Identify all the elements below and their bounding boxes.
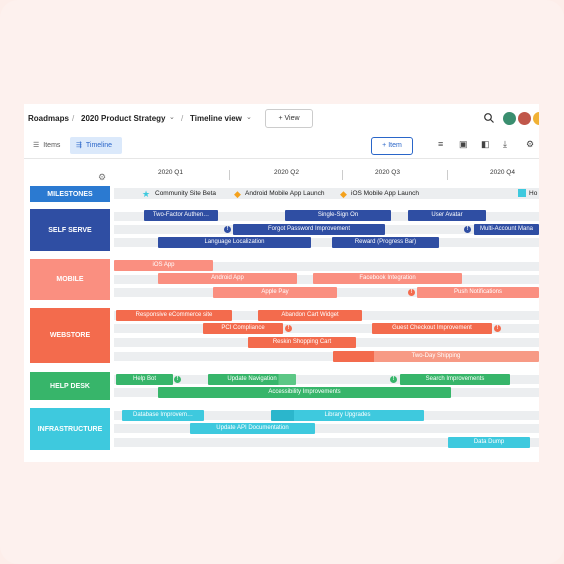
- diamond-icon[interactable]: ◆: [234, 189, 241, 200]
- roadmap-bar[interactable]: PCI Compliance: [203, 323, 283, 334]
- roadmap-bar[interactable]: Android App: [158, 273, 297, 284]
- search-icon[interactable]: [483, 112, 495, 124]
- roadmap-bar[interactable]: Abandon Cart Widget: [258, 310, 362, 321]
- gear-icon[interactable]: ⚙: [526, 139, 534, 150]
- layout-icon[interactable]: ◧: [481, 139, 490, 150]
- roadmap-bar[interactable]: Search Improvements: [400, 374, 510, 385]
- lane-webstore[interactable]: WEBSTORE: [30, 308, 110, 363]
- roadmap-bar[interactable]: Library Upgrades: [271, 410, 424, 421]
- milestone-label[interactable]: Community Site Beta: [155, 190, 216, 197]
- roadmap-bar[interactable]: Apple Pay: [213, 287, 337, 298]
- roadmap-bar[interactable]: Database Improvem…: [122, 410, 204, 421]
- lane-infrastructure[interactable]: INFRASTRUCTURE: [30, 408, 110, 450]
- lane-mobile[interactable]: MOBILE: [30, 259, 110, 300]
- color-settings-icon[interactable]: ▣: [459, 139, 468, 150]
- breadcrumb-separator: /: [181, 114, 184, 123]
- tab-timeline-label: Timeline: [85, 142, 113, 149]
- divider: [24, 158, 539, 159]
- milestone-label[interactable]: iOS Mobile App Launch: [351, 190, 419, 197]
- roadmap-bar[interactable]: iOS App: [114, 260, 213, 271]
- roadmap-bar[interactable]: Two-Factor Authen…: [144, 210, 218, 221]
- list-icon: ☰: [33, 142, 40, 149]
- timeline-icon: ⇶: [76, 142, 82, 149]
- divider: [229, 170, 230, 180]
- lane-self-serve[interactable]: SELF SERVE: [30, 209, 110, 251]
- lane-milestones[interactable]: MILESTONES: [30, 186, 110, 202]
- dependency-icon[interactable]: !: [464, 226, 471, 233]
- toolbar: ☰ Items ⇶ Timeline + Item ≡ ▣ ◧ ⤓ ⚙: [24, 136, 539, 156]
- chevron-down-icon[interactable]: ⌄: [246, 113, 252, 121]
- roadmap-bar[interactable]: Facebook Integration: [313, 273, 462, 284]
- add-item-button[interactable]: + Item: [371, 137, 413, 155]
- timeline-header: 2020 Q1 2020 Q2 2020 Q3 2020 Q4: [24, 166, 539, 180]
- roadmap-bar[interactable]: Responsive eCommerce site: [116, 310, 232, 321]
- dependency-icon[interactable]: !: [174, 376, 181, 383]
- roadmap-bar[interactable]: User Avatar: [408, 210, 486, 221]
- divider: [447, 170, 448, 180]
- avatar[interactable]: [533, 112, 539, 125]
- dependency-icon[interactable]: !: [494, 325, 501, 332]
- breadcrumb-roadmaps[interactable]: Roadmaps: [28, 114, 69, 123]
- lane-row: [114, 424, 539, 433]
- roadmap-bar[interactable]: Update Navigation: [208, 374, 296, 385]
- roadmap-bar[interactable]: Help Bot: [116, 374, 173, 385]
- tab-items[interactable]: ☰ Items: [26, 137, 64, 154]
- square-icon[interactable]: [518, 189, 526, 197]
- quarter-label: 2020 Q4: [490, 169, 515, 176]
- dependency-icon[interactable]: !: [224, 226, 231, 233]
- export-icon[interactable]: ⤓: [503, 139, 507, 150]
- breadcrumb-separator: /: [72, 114, 75, 123]
- roadmap-bar[interactable]: Guest Checkout Improvement: [372, 323, 492, 334]
- roadmap-bar[interactable]: Multi-Account Mana: [474, 224, 539, 235]
- chevron-down-icon[interactable]: ⌄: [169, 113, 175, 121]
- roadmap-bar[interactable]: Update API Documentation: [190, 423, 315, 434]
- dependency-icon[interactable]: !: [285, 325, 292, 332]
- roadmap-bar[interactable]: Two-Day Shipping: [333, 351, 539, 362]
- milestone-row: ★ Community Site Beta ◆ Android Mobile A…: [114, 188, 539, 199]
- lane-help-desk[interactable]: HELP DESK: [30, 372, 110, 400]
- roadmap-bar[interactable]: Forgot Password Improvement: [233, 224, 385, 235]
- avatar[interactable]: [503, 112, 516, 125]
- roadmap-window: Roadmaps / 2020 Product Strategy ⌄ / Tim…: [24, 104, 539, 462]
- roadmap-bar[interactable]: Reskin Shopping Cart: [248, 337, 356, 348]
- dependency-icon[interactable]: !: [408, 289, 415, 296]
- divider: [342, 170, 343, 180]
- quarter-label: 2020 Q1: [158, 169, 183, 176]
- quarter-label: 2020 Q2: [274, 169, 299, 176]
- header: Roadmaps / 2020 Product Strategy ⌄ / Tim…: [24, 104, 539, 132]
- breadcrumb-view[interactable]: Timeline view: [190, 114, 242, 123]
- milestone-label[interactable]: Ho: [529, 190, 537, 197]
- tab-items-label: Items: [43, 142, 61, 149]
- avatar[interactable]: [518, 112, 531, 125]
- milestone-label[interactable]: Android Mobile App Launch: [245, 190, 325, 197]
- roadmap-bar[interactable]: Data Dump: [448, 437, 530, 448]
- roadmap-bar[interactable]: Accessibility Improvements: [158, 387, 451, 398]
- quarter-label: 2020 Q3: [375, 169, 400, 176]
- filter-icon[interactable]: ≡: [438, 139, 443, 149]
- roadmap-bar[interactable]: Push Notifications: [417, 287, 539, 298]
- tab-timeline[interactable]: ⇶ Timeline: [70, 137, 122, 154]
- roadmap-bar[interactable]: Single-Sign On: [285, 210, 391, 221]
- roadmap-bar[interactable]: Language Localization: [158, 237, 311, 248]
- diamond-icon[interactable]: ◆: [340, 189, 347, 200]
- add-view-button[interactable]: + View: [265, 109, 313, 128]
- roadmap-bar[interactable]: Reward (Progress Bar): [332, 237, 439, 248]
- star-icon[interactable]: ★: [142, 189, 150, 200]
- dependency-icon[interactable]: !: [390, 376, 397, 383]
- breadcrumb-strategy[interactable]: 2020 Product Strategy: [81, 114, 165, 123]
